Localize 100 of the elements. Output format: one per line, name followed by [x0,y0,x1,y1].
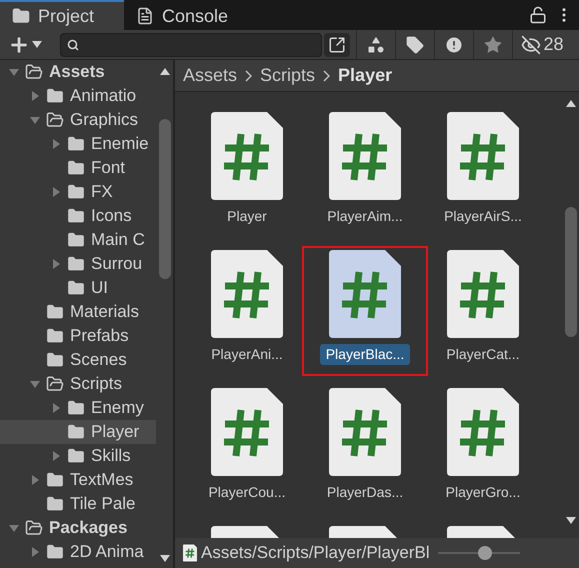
folder-icon [46,111,64,129]
tree-item-label: Packages [49,517,128,540]
expand-arrow-icon[interactable] [30,547,40,557]
tree-item[interactable]: Prefabs [0,324,156,348]
tree-item-label: 2D Anima [70,541,144,564]
asset-item[interactable]: Player [188,112,306,234]
tree-item[interactable]: TextMes [0,468,156,492]
expand-arrow-icon[interactable] [51,139,61,149]
folder-icon [46,87,64,105]
tree-item[interactable]: Animatio [0,84,156,108]
collapse-arrow-icon[interactable] [30,115,40,125]
tree-item[interactable]: Graphics [0,108,156,132]
folder-icon [67,399,85,417]
expand-arrow-icon[interactable] [51,403,61,413]
script-file-icon [447,250,519,338]
breadcrumb-item[interactable]: Assets [183,62,238,89]
zoom-slider[interactable] [438,546,520,560]
tree-item-label: Player [91,421,140,444]
scroll-down-icon[interactable] [160,555,170,562]
asset-item[interactable]: PlayerCou... [188,388,306,510]
asset-item[interactable]: PlayerGro... [424,388,542,510]
folder-icon [67,183,85,201]
expand-arrow-icon[interactable] [30,475,40,485]
expand-arrow-icon[interactable] [51,259,61,269]
tree-item[interactable]: Packages [0,516,156,540]
lock-icon[interactable] [529,6,547,24]
tab[interactable]: Project [0,0,124,30]
tree-item-label: Surrou [91,253,142,276]
breadcrumb-item[interactable]: Scripts [260,62,316,89]
tree-item[interactable]: Enemy [0,396,156,420]
tree-item[interactable]: Surrou [0,252,156,276]
expand-arrow-icon[interactable] [51,187,61,197]
asset-label: PlayerAni... [210,345,284,364]
tree-item-label: Icons [91,205,132,228]
tree-item-label: Scenes [70,349,127,372]
tree-item[interactable]: Icons [0,204,156,228]
asset-label: Player [226,207,268,226]
dropdown-caret-icon [32,41,42,48]
asset-item[interactable]: PlayerAirS... [424,112,542,234]
tree-item-label: Materials [70,301,139,324]
hidden-packages-button[interactable]: 28 [512,30,572,59]
tree-item[interactable]: 2D Anima [0,540,156,564]
scrollbar-thumb[interactable] [564,207,576,337]
tree-item[interactable]: Enemie [0,132,156,156]
asset-label: PlayerDas... [326,483,404,502]
tree-item[interactable]: Player [0,420,156,444]
asset-item[interactable]: PlayerAni... [188,250,306,372]
folder-icon [67,423,85,441]
tree-item[interactable]: Scenes [0,348,156,372]
search-mode-button[interactable] [324,32,350,56]
tree-item-label: Enemie [91,133,149,156]
folder-icon [67,255,85,273]
tree-item-label: Graphics [70,109,138,132]
collapse-arrow-icon[interactable] [30,379,40,389]
folder-icon [46,327,64,345]
tree-item-label: UI [91,277,108,300]
tree-item-label: Tile Pale [70,493,136,516]
tree-item-label: Skills [91,445,131,468]
asset-item[interactable]: PlayerAim... [306,112,424,234]
script-file-icon [329,250,401,338]
tree-item-label: Prefabs [70,325,129,348]
script-file-icon [211,388,283,476]
tree-item[interactable]: Scripts [0,372,156,396]
script-file-icon [211,112,283,200]
tree-item[interactable]: Font [0,156,156,180]
asset-label: PlayerCou... [207,483,287,502]
scroll-up-icon[interactable] [566,100,576,107]
folder-icon [67,279,85,297]
script-file-icon [447,112,519,200]
console-icon [136,7,154,25]
folder-icon [67,135,85,153]
eye-off-icon [521,34,542,54]
folder-icon [67,447,85,465]
asset-item[interactable]: PlayerDas... [306,388,424,510]
breadcrumb-item[interactable]: Player [338,62,392,89]
scroll-up-icon[interactable] [160,68,170,75]
expand-arrow-icon[interactable] [51,451,61,461]
tree-item[interactable]: Main C [0,228,156,252]
chevron-icon [323,70,330,82]
tree-item[interactable]: Skills [0,444,156,468]
scroll-down-icon[interactable] [566,517,576,524]
tree-item[interactable]: UI [0,276,156,300]
script-file-icon [447,388,519,476]
folder-icon [12,7,30,25]
folder-icon [67,207,85,225]
asset-item[interactable]: PlayerBlac... [306,250,424,372]
search-field[interactable] [60,32,322,56]
collapse-arrow-icon[interactable] [9,67,19,77]
expand-arrow-icon[interactable] [30,91,40,101]
tree-item-label: Assets [49,61,105,84]
tree-item[interactable]: Tile Pale [0,492,156,516]
collapse-arrow-icon[interactable] [9,523,19,533]
tree-item[interactable]: Materials [0,300,156,324]
folder-icon [46,375,64,393]
script-file-icon [329,112,401,200]
asset-item[interactable]: PlayerCat... [424,250,542,372]
tree-item[interactable]: Assets [0,60,156,84]
tree-item[interactable]: FX [0,180,156,204]
scrollbar-thumb[interactable] [158,119,170,279]
slider-thumb[interactable] [478,546,492,560]
